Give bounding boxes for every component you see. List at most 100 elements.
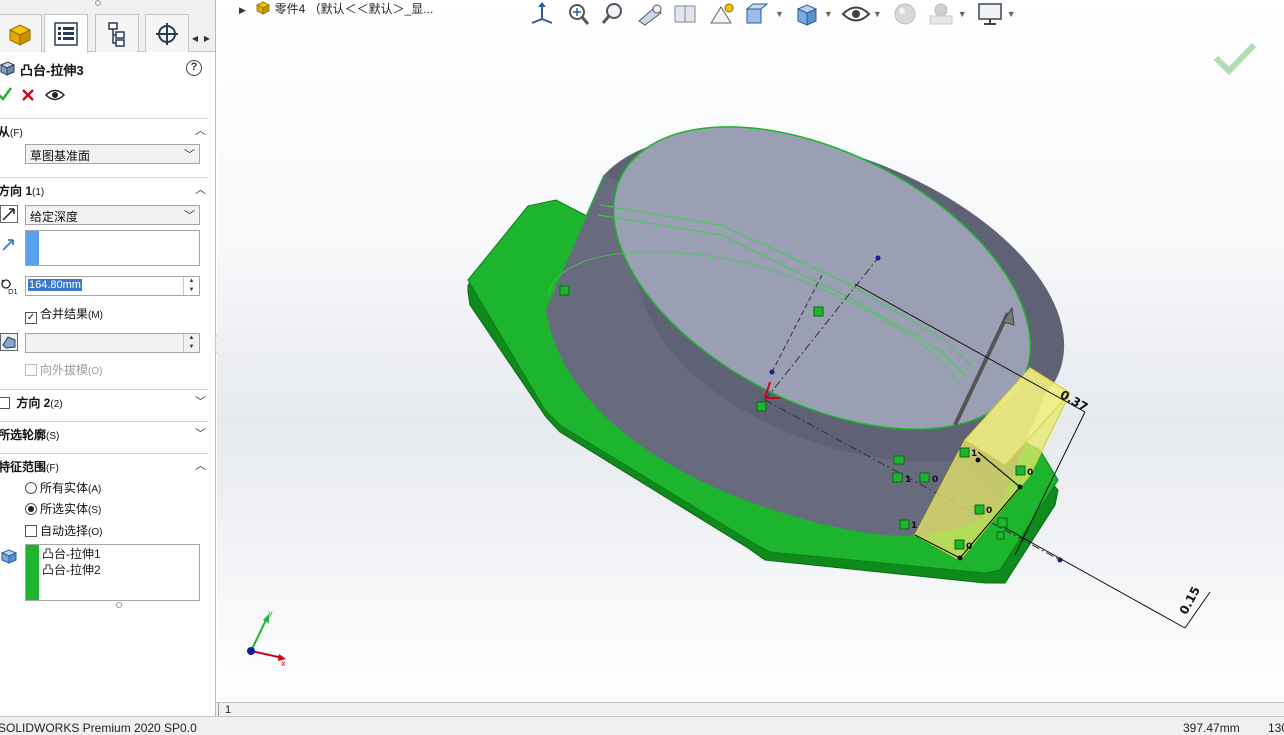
all-bodies-radio[interactable]	[25, 482, 37, 494]
expand-chevron-icon[interactable]: ﹀	[195, 393, 206, 409]
triad-x-label: x	[281, 659, 286, 668]
edit-appearance-icon[interactable]	[890, 1, 920, 27]
model-tabs-bar: 1	[216, 702, 1284, 717]
direction1-label-text: 方向 1	[0, 184, 33, 198]
property-manager-icon	[54, 22, 78, 46]
relation-marker-icon[interactable]	[1015, 465, 1026, 476]
relation-label: 0	[932, 475, 938, 485]
relation-marker-icon[interactable]	[974, 504, 985, 515]
draft-icon[interactable]	[0, 333, 18, 351]
solid-bodies-list[interactable]: 凸台-拉伸1 凸台-拉伸2	[25, 544, 200, 601]
apply-scene-icon[interactable]	[926, 1, 956, 27]
tab-scroll-left-icon[interactable]: ◀	[190, 32, 200, 46]
zoom-to-area-icon[interactable]	[599, 1, 629, 27]
collapse-chevron-icon[interactable]: ︿	[195, 122, 206, 138]
direction-selection-box[interactable]	[25, 230, 200, 266]
relation-marker-icon[interactable]	[919, 472, 930, 483]
view-orientation-icon[interactable]	[527, 1, 557, 27]
model-breadcrumb[interactable]: ▶ 零件4 （默认＜＜默认＞_显...	[239, 0, 433, 17]
tab-feature-tree[interactable]	[0, 14, 42, 52]
tab-configuration-manager[interactable]	[95, 14, 139, 52]
display-style-icon[interactable]	[792, 1, 822, 27]
direction2-checkbox[interactable]	[0, 397, 10, 409]
body-list-item[interactable]: 凸台-拉伸2	[42, 562, 101, 578]
zoom-to-fit-icon[interactable]	[563, 1, 593, 27]
section-from[interactable]: 从(F) ︿	[0, 118, 208, 140]
merge-result-shortcut: (M)	[88, 310, 104, 321]
collapse-chevron-icon[interactable]: ︿	[195, 181, 206, 197]
all-bodies-label: 所有实体	[40, 481, 89, 495]
chevron-down-icon[interactable]: ▼	[824, 9, 833, 19]
end-condition-select[interactable]: 给定深度 ﹀	[25, 205, 200, 225]
dimension-label-a[interactable]: 0.37	[1058, 387, 1091, 414]
model-viewport[interactable]: 0.37 0.15 1 0 1 0 1 0 0	[217, 0, 1284, 702]
heads-up-view-toolbar: ▼ ▼ ▼ ▼ ▼	[527, 0, 1018, 28]
depth-spinner[interactable]: ▲ ▼	[183, 277, 199, 295]
boss-extrude-icon	[0, 61, 16, 76]
expand-arrow-icon[interactable]: ▶	[239, 5, 246, 15]
help-button[interactable]: ?	[186, 60, 202, 76]
ok-checkmark-icon[interactable]	[0, 86, 12, 102]
selected-bodies-option[interactable]: 所选实体(S)	[25, 500, 101, 516]
collapse-chevron-icon[interactable]: ︿	[195, 457, 206, 473]
reverse-direction-icon[interactable]	[0, 205, 18, 223]
section-contours-label: 所选轮廓(S)	[0, 426, 59, 443]
relation-marker-icon[interactable]	[559, 285, 570, 296]
draft-outward-checkbox	[25, 364, 37, 376]
selection-color-swatch	[26, 545, 39, 600]
relation-marker-icon[interactable]	[996, 531, 1005, 540]
all-bodies-option[interactable]: 所有实体(A)	[25, 479, 101, 495]
chevron-down-icon[interactable]: ▼	[1007, 9, 1016, 19]
draft-outward-option: 向外拔模(O)	[25, 361, 102, 377]
tab-scroll-right-icon[interactable]: ▶	[202, 32, 212, 46]
relation-marker-icon[interactable]	[899, 519, 910, 530]
relation-label: 0	[986, 506, 992, 516]
auto-select-option[interactable]: 自动选择(O)	[25, 522, 102, 538]
section-feature-scope[interactable]: 特征范围(F) ︿	[0, 453, 208, 475]
expand-chevron-icon[interactable]: ﹀	[195, 425, 206, 441]
confirmation-corner-ok-icon[interactable]	[1212, 40, 1258, 76]
merge-result-option[interactable]: ✓ 合并结果(M)	[25, 305, 104, 324]
relation-marker-icon[interactable]	[997, 517, 1008, 528]
origin-marker-icon[interactable]	[756, 401, 767, 412]
merge-result-checkbox[interactable]: ✓	[25, 312, 37, 324]
previous-view-icon[interactable]	[635, 1, 665, 27]
section-direction2[interactable]: 方向 2(2) ﹀	[0, 389, 208, 411]
scope-label-text: 特征范围	[0, 460, 47, 474]
model-tab[interactable]: 1	[218, 703, 237, 717]
chevron-down-icon[interactable]: ▼	[958, 9, 967, 19]
relation-marker-icon[interactable]	[954, 539, 965, 550]
cancel-x-icon[interactable]	[21, 88, 35, 102]
preview-eye-icon[interactable]	[45, 88, 65, 102]
graphics-area[interactable]: 0.37 0.15 1 0 1 0 1 0 0 ▶ 零件4 （默认＜＜默认＞_显…	[217, 0, 1284, 702]
view-settings-icon[interactable]	[975, 1, 1005, 27]
depth-input[interactable]: 164.80mm ▲ ▼	[25, 276, 200, 296]
chevron-down-icon[interactable]: ▼	[775, 9, 784, 19]
relation-marker-icon[interactable]	[892, 472, 903, 483]
from-shortcut: (F)	[10, 128, 23, 139]
merge-result-label: 合并结果	[40, 307, 89, 321]
hide-show-items-icon[interactable]	[841, 1, 871, 27]
section-view-icon[interactable]	[671, 1, 701, 27]
body-list-item[interactable]: 凸台-拉伸1	[42, 546, 101, 562]
start-condition-select[interactable]: 草图基准面 ﹀	[25, 144, 200, 164]
auto-select-checkbox[interactable]	[25, 525, 37, 537]
selected-bodies-radio[interactable]	[25, 503, 37, 515]
resize-grip-dot[interactable]	[116, 602, 122, 608]
view-orientation-cube-icon[interactable]	[743, 1, 773, 27]
tab-dimxpert-manager[interactable]	[145, 14, 189, 52]
relation-marker-icon[interactable]	[813, 306, 824, 317]
dynamic-annotation-icon[interactable]	[707, 1, 737, 27]
chevron-down-icon[interactable]: ▼	[873, 9, 882, 19]
section-direction1[interactable]: 方向 1(1) ︿	[0, 177, 208, 199]
relation-marker-icon[interactable]	[959, 447, 970, 458]
dimension-label-b[interactable]: 0.15	[1177, 584, 1203, 617]
section-direction1-label: 方向 1(1)	[0, 182, 44, 199]
start-condition-value: 草图基准面	[30, 149, 91, 163]
draft-angle-input[interactable]: ▲ ▼	[25, 333, 200, 353]
feature-title: 凸台-拉伸3	[20, 63, 84, 78]
draft-angle-spinner[interactable]: ▲ ▼	[183, 334, 199, 352]
relation-marker-icon[interactable]	[893, 455, 905, 465]
section-selected-contours[interactable]: 所选轮廓(S) ﹀	[0, 421, 208, 443]
tab-property-manager[interactable]	[44, 14, 88, 53]
